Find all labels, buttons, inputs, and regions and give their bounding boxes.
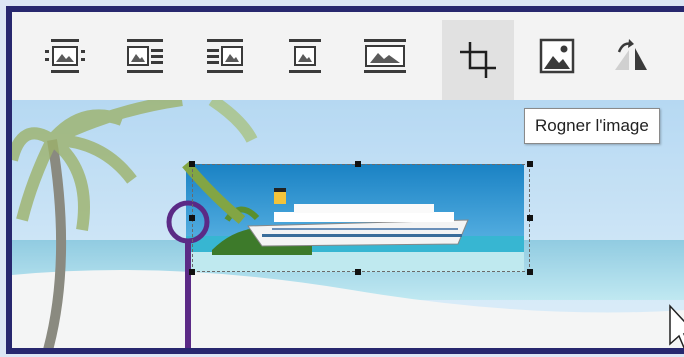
crop-handle-right[interactable] [527,215,533,221]
wrap-behind-icon [360,36,410,76]
crop-handle-top-right[interactable] [527,161,533,167]
crop-handle-bottom[interactable] [355,269,361,275]
toolbar-button-wrap-inline[interactable] [36,26,94,86]
crop-handle-top[interactable] [355,161,361,167]
change-picture-icon [537,36,577,76]
toolbar-button-wrap-behind[interactable] [356,26,414,86]
crop-handle-left[interactable] [189,215,195,221]
rotate-icon [609,36,653,76]
toolbar-button-wrap-right[interactable] [196,26,254,86]
wrap-right-icon [203,36,247,76]
toolbar-button-rotate[interactable] [602,26,660,86]
wrap-inline-icon [43,36,87,76]
wrap-square-icon [123,36,167,76]
crop-handle-top-left[interactable] [189,161,195,167]
screenshot-frame: Rogner l'image [6,6,684,354]
crop-tooltip: Rogner l'image [524,108,660,144]
crop-button[interactable] [442,20,514,100]
picture-toolbar [12,12,684,100]
crop-selection[interactable] [192,164,530,272]
crop-handle-bottom-right[interactable] [527,269,533,275]
toolbar-button-wrap-square[interactable] [116,26,174,86]
toolbar-button-wrap-top-bottom[interactable] [276,26,334,86]
toolbar-button-change-picture[interactable] [528,26,586,86]
crop-icon [456,38,500,82]
crop-handle-bottom-left[interactable] [189,269,195,275]
wrap-top-bottom-icon [283,36,327,76]
